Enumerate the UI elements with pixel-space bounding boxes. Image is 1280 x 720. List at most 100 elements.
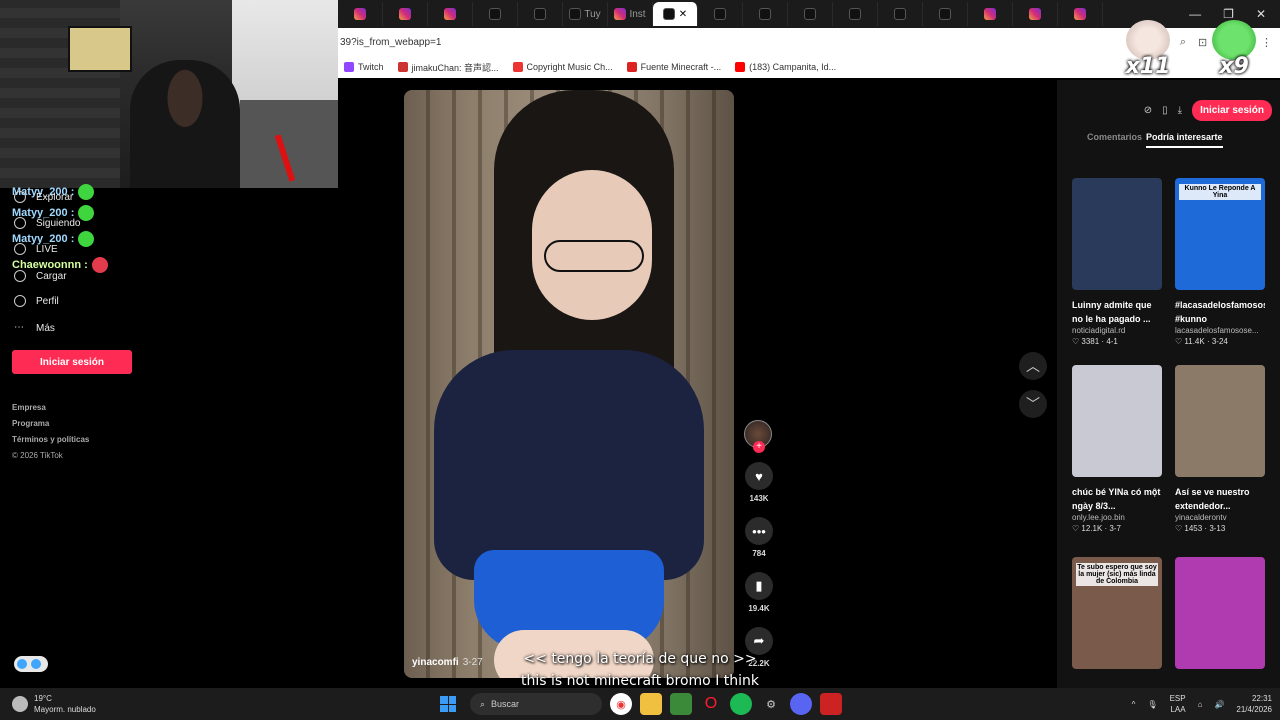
- video-thumbnail[interactable]: [1175, 365, 1265, 477]
- nav-explore[interactable]: Explorar: [14, 191, 73, 203]
- video-thumbnail[interactable]: [1175, 557, 1265, 669]
- footer-terms-link[interactable]: Términos y políticas: [12, 432, 89, 448]
- nav-following[interactable]: Siguiendo: [14, 217, 80, 229]
- microphone-icon[interactable]: 🎙: [1147, 700, 1157, 709]
- folder-icon[interactable]: [640, 693, 662, 715]
- tab-comments[interactable]: Comentarios: [1087, 132, 1142, 148]
- close-tab-icon[interactable]: ✕: [679, 9, 687, 20]
- previous-video-button[interactable]: ︿: [1019, 352, 1047, 380]
- nav-profile[interactable]: Perfil: [14, 295, 59, 307]
- follow-plus-icon[interactable]: +: [753, 441, 765, 453]
- network-icon[interactable]: ⌂: [1198, 700, 1203, 709]
- browser-tab[interactable]: [833, 2, 878, 26]
- card-author[interactable]: yinacalderontv: [1175, 513, 1265, 522]
- video-thumbnail[interactable]: Te subo espero que soy la mujer (sic) má…: [1072, 557, 1162, 669]
- save-action[interactable]: ▮ 19.4K: [744, 572, 774, 613]
- bookmark-item[interactable]: Twitch: [344, 62, 384, 72]
- browser-tab[interactable]: [1058, 2, 1103, 26]
- video-thumbnail[interactable]: [1072, 178, 1162, 290]
- card-author[interactable]: noticiadigital.rd: [1072, 326, 1162, 335]
- recommended-video-card[interactable]: chúc bé YINa có một ngày 8/3... only.lee.…: [1072, 365, 1162, 533]
- compass-icon[interactable]: ⊘: [1144, 105, 1152, 116]
- right-login-button[interactable]: Iniciar sesión: [1192, 100, 1272, 121]
- sidebar-footer: Empresa Programa Términos y políticas © …: [12, 400, 89, 464]
- author-avatar[interactable]: +: [744, 420, 772, 453]
- window-controls: — ❐ ✕: [1189, 7, 1280, 21]
- login-button[interactable]: Iniciar sesión: [12, 350, 132, 374]
- volume-icon[interactable]: 🔊: [1214, 700, 1224, 709]
- next-video-button[interactable]: ﹀: [1019, 390, 1047, 418]
- comment-action[interactable]: ••• 784: [744, 517, 774, 558]
- card-author[interactable]: only.lee.joo.bin: [1072, 513, 1162, 522]
- comment-icon[interactable]: •••: [745, 517, 773, 545]
- browser-tab[interactable]: [518, 2, 563, 26]
- taskbar-search[interactable]: ⌕ Buscar: [470, 693, 602, 715]
- video-thumbnail[interactable]: [1072, 365, 1162, 477]
- like-action[interactable]: ♥ 143K: [744, 462, 774, 503]
- heart-icon[interactable]: ♥: [745, 462, 773, 490]
- zoom-icon[interactable]: ⌕: [1180, 36, 1186, 49]
- menu-icon[interactable]: ⋮: [1261, 36, 1272, 49]
- url-text[interactable]: 39?is_from_webapp=1: [340, 37, 441, 48]
- browser-tab[interactable]: [338, 2, 383, 26]
- video-author[interactable]: yinacomfi 3-27: [412, 657, 483, 668]
- close-icon[interactable]: ✕: [1256, 7, 1266, 21]
- recommended-video-card[interactable]: Así se ve nuestro extendedor... yinacalde…: [1175, 365, 1265, 533]
- minecraft-icon[interactable]: [670, 693, 692, 715]
- browser-tab[interactable]: [383, 2, 428, 26]
- heart-outline-icon: ♡: [1072, 524, 1082, 533]
- chrome-icon[interactable]: ◉: [610, 693, 632, 715]
- browser-tab[interactable]: ✕: [653, 2, 698, 26]
- nav-upload[interactable]: Cargar: [14, 270, 67, 282]
- bookmark-item[interactable]: Copyright Music Ch...: [512, 62, 613, 72]
- discord-icon[interactable]: [790, 693, 812, 715]
- device-icon[interactable]: ▯: [1162, 105, 1168, 116]
- browser-tab[interactable]: [1013, 2, 1058, 26]
- steam-icon[interactable]: ⚙: [760, 693, 782, 715]
- bookmark-item[interactable]: Fuente Minecraft -...: [626, 62, 721, 72]
- spotify-icon[interactable]: [730, 693, 752, 715]
- browser-tab[interactable]: [878, 2, 923, 26]
- recommended-video-card[interactable]: [1175, 557, 1265, 669]
- browser-tab[interactable]: [473, 2, 518, 26]
- browser-tab[interactable]: [428, 2, 473, 26]
- footer-program-link[interactable]: Programa: [12, 416, 89, 432]
- browser-tab[interactable]: Tuy: [563, 2, 608, 26]
- recommended-video-card[interactable]: Te subo espero que soy la mujer (sic) má…: [1072, 557, 1162, 669]
- card-author[interactable]: lacasadelosfamosose...: [1175, 326, 1265, 335]
- card-title[interactable]: Así se ve nuestro extendedor...: [1175, 485, 1265, 513]
- nav-live[interactable]: LIVE: [14, 243, 58, 255]
- bookmark-item[interactable]: (183) Campanita, Id...: [735, 62, 836, 72]
- chevron-up-icon[interactable]: ^: [1132, 700, 1136, 709]
- language-indicator[interactable]: ESP LAA: [1170, 693, 1186, 715]
- maximize-icon[interactable]: ❐: [1223, 7, 1234, 21]
- browser-tab[interactable]: [743, 2, 788, 26]
- card-title[interactable]: Luinny admite que no le ha pagado ...: [1072, 298, 1162, 326]
- opera-icon[interactable]: O: [700, 693, 722, 715]
- bookmark-item[interactable]: jimakuChan: 音声認...: [397, 61, 499, 74]
- browser-tab[interactable]: [698, 2, 743, 26]
- video-thumbnail[interactable]: Kunno Le Reponde A Yina: [1175, 178, 1265, 290]
- footer-company-link[interactable]: Empresa: [12, 400, 89, 416]
- browser-tab[interactable]: [968, 2, 1013, 26]
- video-player[interactable]: yinacomfi 3-27: [404, 90, 734, 678]
- browser-tab[interactable]: [788, 2, 833, 26]
- nav-more[interactable]: ⋯ Más: [14, 322, 55, 334]
- clock[interactable]: 22:31 21/4/2026: [1236, 693, 1272, 715]
- recommended-video-card[interactable]: Kunno Le Reponde A Yina #lacasadelosfamos…: [1175, 178, 1265, 346]
- weather-widget[interactable]: 19°C Mayorm. nublado: [0, 693, 200, 715]
- card-stats: ♡ 3381 · 4-1: [1072, 337, 1162, 346]
- browser-tab[interactable]: Inst: [608, 2, 653, 26]
- recommended-video-card[interactable]: Luinny admite que no le ha pagado ... not…: [1072, 178, 1162, 346]
- bookmark-icon[interactable]: ▮: [745, 572, 773, 600]
- tab-recommended[interactable]: Podría interesarte: [1146, 132, 1223, 148]
- windows-start-icon[interactable]: [440, 696, 456, 712]
- download-icon[interactable]: ⤓: [1178, 105, 1182, 116]
- browser-tab[interactable]: [923, 2, 968, 26]
- card-title[interactable]: chúc bé YINa có một ngày 8/3...: [1072, 485, 1162, 513]
- minimize-icon[interactable]: —: [1189, 7, 1201, 21]
- video-author-name[interactable]: yinacomfi: [412, 657, 459, 668]
- card-title[interactable]: #lacasadelosfamosos #kunno: [1175, 298, 1265, 326]
- video-editor-icon[interactable]: [820, 693, 842, 715]
- toggle-pill[interactable]: [14, 656, 48, 672]
